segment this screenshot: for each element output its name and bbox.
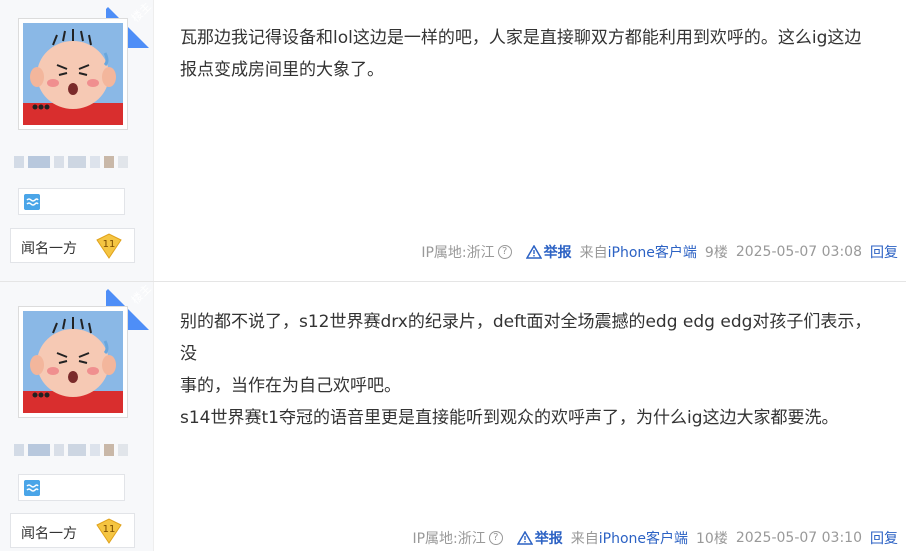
content-line: s14世界赛t1夺冠的语音里更是直接能听到观众的欢呼声了，为什么ig这边大家都要…: [180, 408, 839, 428]
avatar[interactable]: [18, 18, 128, 130]
post-meta: IP属地:浙江 ? 举报 来自iPhone客户端 9楼 2025-05-07 0…: [413, 242, 898, 262]
user-level[interactable]: 闻名一方 11: [10, 513, 135, 548]
fan-badge[interactable]: [18, 474, 125, 501]
warning-triangle-icon: [525, 245, 542, 259]
cartoon-kid-avatar-icon: [23, 311, 123, 413]
username-redacted[interactable]: [14, 156, 128, 168]
author-panel: 楼主 闻名一方 11: [0, 0, 154, 281]
user-level[interactable]: 闻名一方 11: [10, 228, 135, 263]
client-link[interactable]: iPhone客户端: [599, 531, 688, 547]
level-name: 闻名一方: [21, 526, 77, 542]
reply-button[interactable]: 回复: [870, 528, 898, 548]
ip-location: IP属地:浙江 ?: [412, 528, 503, 548]
wave-icon: [24, 194, 40, 210]
question-circle-icon[interactable]: ?: [497, 245, 512, 259]
post-floor-9: 楼主 闻名一方 11 瓦那边我记得设备和lol这边是一样的吧，人家是直接聊双方都…: [0, 0, 906, 282]
content-line: 别的都不说了，s12世界赛drx的纪录片，deft面对全场震撼的edg edg …: [180, 312, 872, 364]
floor-number: 10楼: [696, 531, 728, 547]
question-circle-icon[interactable]: ?: [488, 531, 503, 545]
wave-icon: [24, 480, 40, 496]
report-button[interactable]: 举报: [516, 528, 563, 548]
author-panel: 楼主 闻名一方 11: [0, 282, 154, 551]
reply-button[interactable]: 回复: [870, 242, 898, 262]
post-meta: IP属地:浙江 ? 举报 来自iPhone客户端 10楼 2025-05-07 …: [404, 528, 898, 548]
content-line: 事的，当作在为自己欢呼吧。: [180, 376, 401, 396]
post-floor-10: 楼主 闻名一方 11 别的都不说了，s12世界赛drx的纪录片，deft面对全场…: [0, 282, 906, 551]
fan-badge[interactable]: [18, 188, 125, 215]
client-link[interactable]: iPhone客户端: [608, 245, 697, 261]
floor-number: 9楼: [704, 245, 728, 261]
level-badge-icon: 11: [96, 233, 122, 259]
post-content: 瓦那边我记得设备和lol这边是一样的吧，人家是直接聊双方都能利用到欢呼的。这么i…: [180, 22, 882, 86]
ip-location: IP属地:浙江 ?: [421, 242, 512, 262]
content-line: 报点变成房间里的大象了。: [180, 60, 384, 80]
client-source: 来自iPhone客户端: [570, 531, 688, 547]
svg-text:11: 11: [103, 239, 116, 250]
report-button[interactable]: 举报: [525, 242, 572, 262]
cartoon-kid-avatar-icon: [23, 23, 123, 125]
avatar[interactable]: [18, 306, 128, 418]
post-datetime: 2025-05-07 03:08: [735, 244, 862, 260]
content-line: 瓦那边我记得设备和lol这边是一样的吧，人家是直接聊双方都能利用到欢呼的。这么i…: [180, 28, 862, 48]
level-name: 闻名一方: [21, 241, 77, 257]
svg-text:11: 11: [103, 524, 116, 535]
post-content: 别的都不说了，s12世界赛drx的纪录片，deft面对全场震撼的edg edg …: [180, 306, 882, 434]
client-source: 来自iPhone客户端: [579, 245, 697, 261]
post-datetime: 2025-05-07 03:10: [735, 530, 862, 546]
warning-triangle-icon: [516, 531, 533, 545]
level-badge-icon: 11: [96, 518, 122, 544]
username-redacted[interactable]: [14, 444, 128, 456]
